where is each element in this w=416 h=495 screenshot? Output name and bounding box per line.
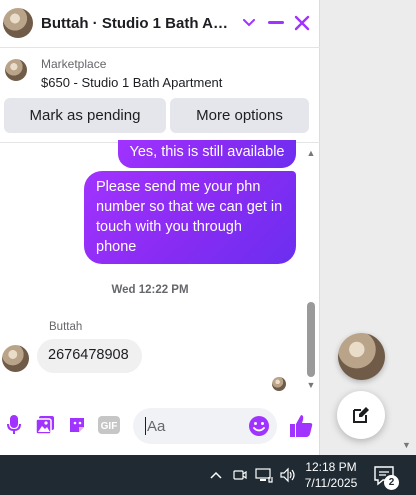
message-composer: GIF Aa xyxy=(0,403,320,448)
message-timestamp: Wed 12:22 PM xyxy=(111,284,189,296)
chat-title[interactable]: Buttah · Studio 1 Bath Apa… xyxy=(41,15,233,32)
scroll-up-arrow-icon[interactable]: ▲ xyxy=(305,148,317,158)
clock-date: 7/11/2025 xyxy=(304,476,358,490)
compose-icon xyxy=(353,407,369,423)
scroll-down-arrow-icon[interactable]: ▼ xyxy=(305,380,317,390)
listing-thumbnail xyxy=(5,59,27,81)
meet-now-icon[interactable] xyxy=(230,464,250,486)
message-input-placeholder: Aa xyxy=(147,418,166,435)
message-input[interactable]: Aa xyxy=(133,408,277,444)
chevron-up-icon[interactable] xyxy=(206,464,226,486)
outgoing-message[interactable]: Please send me your phn number so that w… xyxy=(84,171,296,264)
mark-as-pending-button[interactable]: Mark as pending xyxy=(4,98,166,133)
windows-taskbar: 12:18 PM 7/11/2025 2 xyxy=(0,455,416,495)
network-icon[interactable] xyxy=(254,464,274,486)
scrollbar-thumb[interactable] xyxy=(307,302,315,377)
chevron-down-icon[interactable] xyxy=(237,10,261,36)
system-clock[interactable]: 12:18 PM 7/11/2025 xyxy=(302,459,360,491)
new-message-button[interactable] xyxy=(337,391,385,439)
close-icon[interactable] xyxy=(290,10,314,36)
more-options-button[interactable]: More options xyxy=(170,98,309,133)
seen-indicator-avatar xyxy=(272,377,286,391)
minimize-icon[interactable] xyxy=(264,10,288,36)
marketplace-banner[interactable]: Marketplace $650 - Studio 1 Bath Apartme… xyxy=(0,50,320,96)
image-icon[interactable] xyxy=(33,413,57,437)
gif-icon[interactable]: GIF xyxy=(97,413,121,437)
marketplace-label: Marketplace xyxy=(41,57,107,71)
microphone-icon[interactable] xyxy=(2,413,26,437)
avatar[interactable] xyxy=(2,345,29,372)
sender-name: Buttah xyxy=(49,321,83,333)
text-caret xyxy=(145,417,146,435)
sticker-icon[interactable] xyxy=(65,413,89,437)
avatar[interactable] xyxy=(3,8,33,38)
notification-count-badge: 2 xyxy=(384,475,399,490)
clock-time: 12:18 PM xyxy=(305,460,357,474)
gif-label: GIF xyxy=(101,421,118,432)
chat-head-avatar[interactable] xyxy=(338,333,385,380)
listing-title: $650 - Studio 1 Bath Apartment xyxy=(41,75,223,90)
messenger-chat-window: Buttah · Studio 1 Bath Apa… Marketplace … xyxy=(0,0,320,455)
chat-header: Buttah · Studio 1 Bath Apa… xyxy=(0,0,320,48)
thumbs-up-icon[interactable] xyxy=(288,413,314,439)
scroll-down-arrow-icon[interactable]: ▼ xyxy=(402,440,411,450)
incoming-message[interactable]: 2676478908 xyxy=(37,339,142,373)
volume-icon[interactable] xyxy=(278,464,298,486)
outgoing-message[interactable]: Yes, this is still available xyxy=(118,140,296,168)
emoji-icon[interactable] xyxy=(248,415,270,437)
